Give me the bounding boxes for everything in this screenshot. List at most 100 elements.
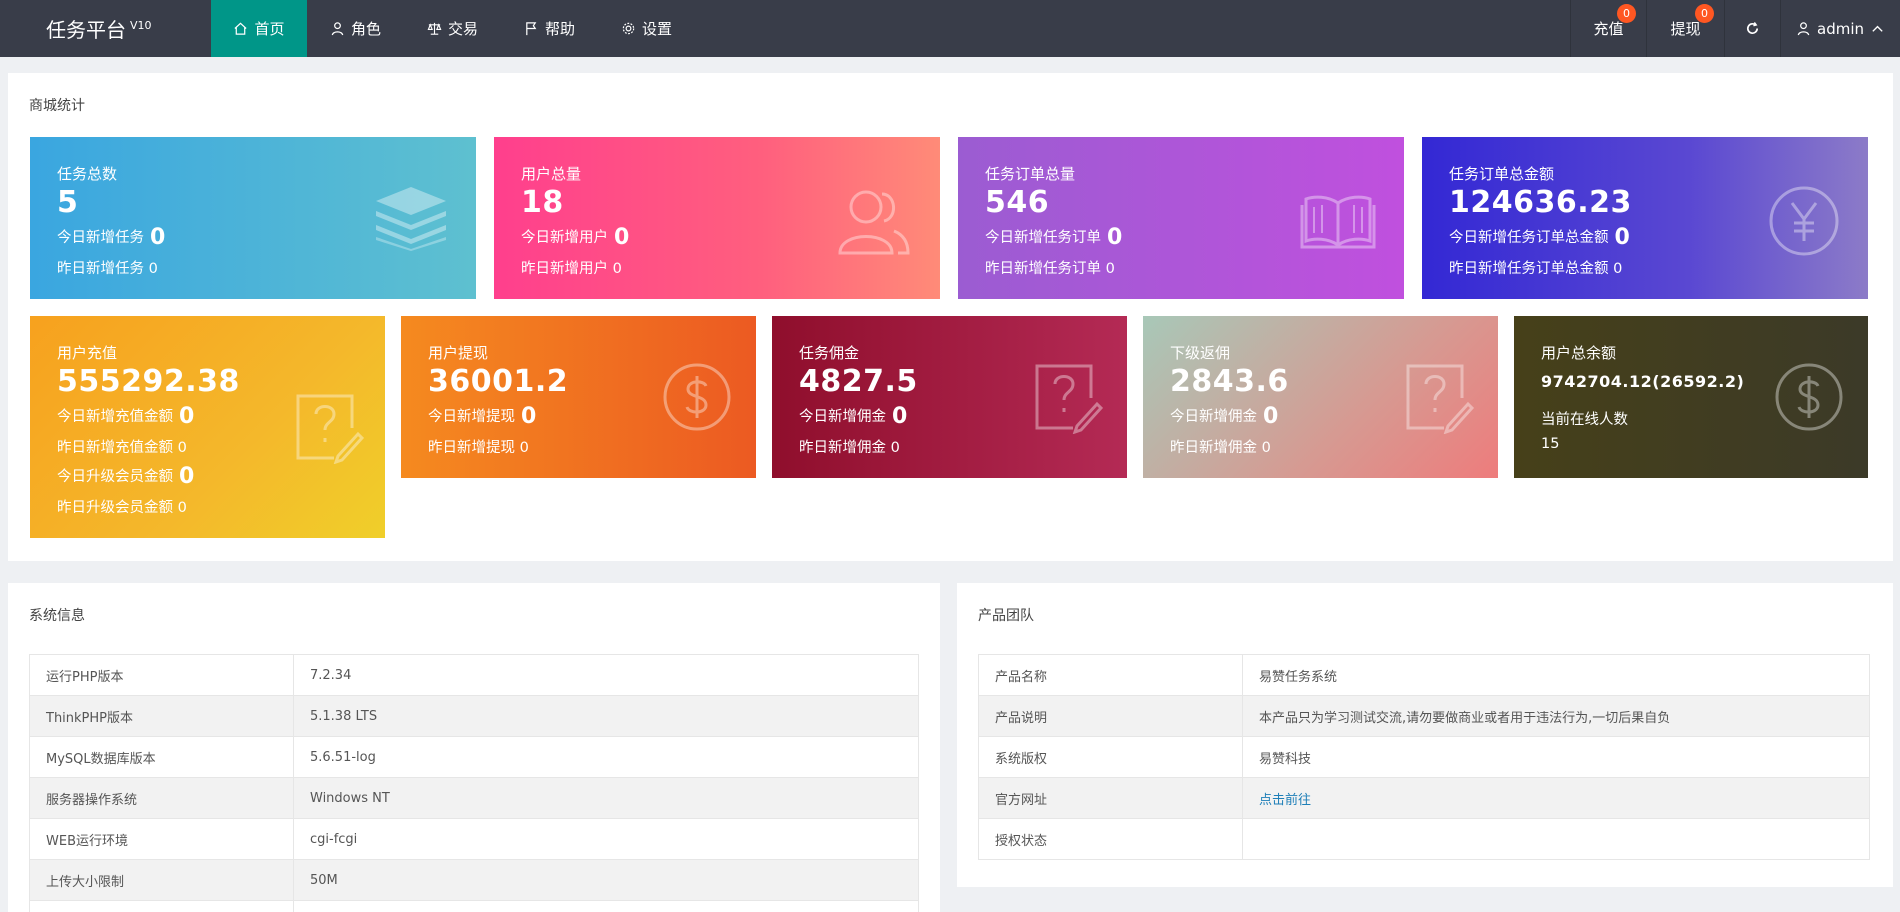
nav-settings[interactable]: 设置 (598, 0, 695, 57)
stat-value: 555292.38 (57, 364, 240, 399)
stat-line: 昨日新增佣金 0 (1170, 440, 1271, 456)
row-value: 5.1.38 LTS (293, 695, 919, 737)
main-nav: 首页 角色 交易 帮助 设置 (211, 0, 695, 57)
stat-label: 用户总量 (521, 165, 582, 183)
row-key: 产品说明 (978, 695, 1243, 737)
stat-card-sub-rebate[interactable]: 下级返佣 2843.6 今日新增佣金 0 昨日新增佣金 0 (1143, 316, 1498, 478)
user-icon (331, 22, 344, 36)
stat-card-tasks[interactable]: 任务总数 5 今日新增任务 0 昨日新增任务 0 (30, 137, 476, 299)
stat-line: 15 (1541, 436, 1560, 452)
row-key: 服务器操作系统 (29, 777, 294, 819)
layers-icon (376, 187, 446, 251)
row-key: MySQL数据库版本 (29, 736, 294, 778)
nav-help[interactable]: 帮助 (501, 0, 598, 57)
nav-home[interactable]: 首页 (211, 0, 307, 57)
brand-title: 任务平台 (46, 18, 126, 42)
stat-value: 2843.6 (1170, 364, 1289, 399)
system-info-title: 系统信息 (29, 608, 85, 624)
row-value: 点击前往 (1242, 777, 1870, 819)
stat-label: 用户提现 (428, 344, 489, 362)
stats-panel: 商城统计 任务总数 5 今日新增任务 0 昨日新增任务 0 用户总量 18 今日新… (8, 73, 1893, 561)
stat-line: 今日新增任务订单总金额 0 (1449, 225, 1630, 250)
row-key: 产品名称 (978, 654, 1243, 696)
row-key: 官方网址 (978, 777, 1243, 819)
nav-role[interactable]: 角色 (307, 0, 404, 57)
refresh-button[interactable] (1724, 0, 1780, 57)
stat-line: 今日新增佣金 0 (799, 404, 908, 429)
recharge-button[interactable]: 充值 0 (1570, 0, 1646, 57)
table-row: WEB运行环境 cgi-fcgi (29, 818, 919, 860)
gear-icon (622, 22, 635, 35)
brand[interactable]: 任务平台 V10 (0, 0, 211, 57)
stat-line: 今日新增任务 0 (57, 225, 166, 250)
stat-line: 昨日新增佣金 0 (799, 440, 900, 456)
table-row: 产品说明 本产品只为学习测试交流,请勿要做商业或者用于违法行为,一切后果自负 (978, 695, 1870, 737)
row-key: 运行PHP版本 (29, 654, 294, 696)
question-edit-icon (296, 394, 364, 464)
nav-role-label: 角色 (351, 20, 382, 38)
stat-card-order-amount[interactable]: 任务订单总金额 124636.23 今日新增任务订单总金额 0 昨日新增任务订单总… (1422, 137, 1868, 299)
stat-line: 昨日升级会员金额 0 (57, 500, 187, 516)
top-bar: 任务平台 V10 首页 角色 交易 帮助 设置 充值 0 提现 0 admin (0, 0, 1900, 57)
stat-value: 5 (57, 185, 79, 220)
row-value: cgi-fcgi (293, 818, 919, 860)
stat-value: 18 (521, 185, 564, 220)
book-icon (1300, 195, 1376, 249)
recharge-label: 充值 (1593, 20, 1624, 38)
stat-line: 昨日新增提现 0 (428, 440, 529, 456)
dollar-icon (1775, 363, 1843, 431)
nav-help-label: 帮助 (545, 20, 576, 38)
user-icon (1797, 22, 1810, 36)
stat-line: 今日新增任务订单 0 (985, 225, 1123, 250)
stat-card-balance[interactable]: 用户总余额 9742704.12(26592.2) 当前在线人数 15 (1514, 316, 1868, 478)
row-value: Windows NT (293, 777, 919, 819)
stat-label: 用户充值 (57, 344, 118, 362)
table-row: 服务器操作系统 Windows NT (29, 777, 919, 819)
table-row: 授权状态 (978, 818, 1870, 860)
row-value: 50M (293, 859, 919, 901)
stat-label: 任务佣金 (799, 344, 860, 362)
row-key (29, 900, 294, 912)
user-menu[interactable]: admin (1780, 0, 1900, 57)
recharge-badge: 0 (1617, 4, 1636, 23)
nav-trade-label: 交易 (448, 20, 479, 38)
stat-line: 今日新增佣金 0 (1170, 404, 1279, 429)
table-row: 上传大小限制 50M (29, 859, 919, 901)
withdraw-badge: 0 (1695, 4, 1714, 23)
scale-icon (427, 22, 442, 35)
stat-card-recharge[interactable]: 用户充值 555292.38 今日新增充值金额 0 昨日新增充值金额 0 今日升级… (30, 316, 385, 538)
official-site-link[interactable]: 点击前往 (1259, 793, 1311, 808)
table-row: 系统版权 易赞科技 (978, 736, 1870, 778)
system-info-panel: 系统信息 运行PHP版本 7.2.34 ThinkPHP版本 5.1.38 LTS … (8, 583, 940, 912)
table-row: ThinkPHP版本 5.1.38 LTS (29, 695, 919, 737)
stat-line: 当前在线人数 (1541, 412, 1628, 428)
table-row: 运行PHP版本 7.2.34 (29, 654, 919, 696)
row-value (1242, 818, 1870, 860)
chevron-up-icon (1872, 25, 1883, 32)
table-row: MySQL数据库版本 5.6.51-log (29, 736, 919, 778)
withdraw-button[interactable]: 提现 0 (1646, 0, 1724, 57)
stat-value: 9742704.12(26592.2) (1541, 372, 1745, 391)
flag-icon (526, 22, 537, 36)
yen-icon (1769, 186, 1839, 256)
row-value: 本产品只为学习测试交流,请勿要做商业或者用于违法行为,一切后果自负 (1242, 695, 1870, 737)
stat-line: 今日新增提现 0 (428, 404, 537, 429)
stat-label: 任务订单总金额 (1449, 165, 1555, 183)
table-row: 产品名称 易赞任务系统 (978, 654, 1870, 696)
stat-line: 昨日新增用户 0 (521, 261, 622, 277)
row-value: 易赞科技 (1242, 736, 1870, 778)
stat-label: 任务总数 (57, 165, 118, 183)
refresh-icon (1746, 21, 1759, 35)
table-row: 官方网址 点击前往 (978, 777, 1870, 819)
stat-card-withdraw[interactable]: 用户提现 36001.2 今日新增提现 0 昨日新增提现 0 (401, 316, 756, 478)
question-edit-icon (1035, 364, 1103, 434)
row-key: 授权状态 (978, 818, 1243, 860)
product-team-panel: 产品团队 产品名称 易赞任务系统 产品说明 本产品只为学习测试交流,请勿要做商业或者… (957, 583, 1893, 887)
stat-card-users[interactable]: 用户总量 18 今日新增用户 0 昨日新增用户 0 (494, 137, 940, 299)
nav-trade[interactable]: 交易 (404, 0, 501, 57)
stat-card-task-orders[interactable]: 任务订单总量 546 今日新增任务订单 0 昨日新增任务订单 0 (958, 137, 1404, 299)
withdraw-label: 提现 (1670, 20, 1701, 38)
system-info-table: 运行PHP版本 7.2.34 ThinkPHP版本 5.1.38 LTS MySQL… (29, 654, 919, 912)
row-key: 系统版权 (978, 736, 1243, 778)
stat-card-commission[interactable]: 任务佣金 4827.5 今日新增佣金 0 昨日新增佣金 0 (772, 316, 1127, 478)
